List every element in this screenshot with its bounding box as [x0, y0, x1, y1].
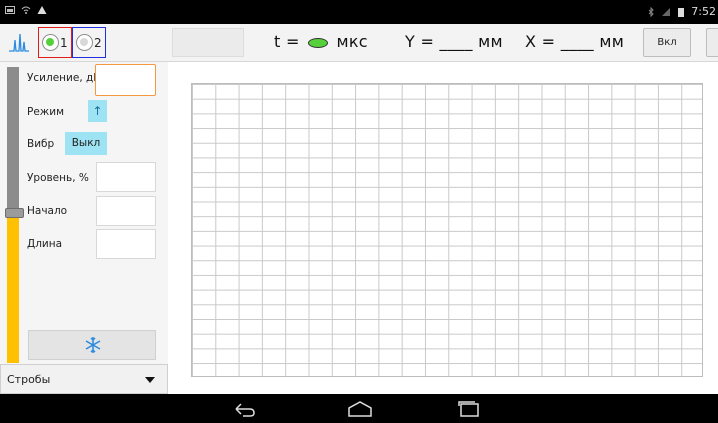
level-slider-fill	[7, 214, 19, 363]
gates-dropdown[interactable]: Стробы	[0, 364, 168, 394]
channel-1-label: 1	[60, 35, 68, 50]
power-on-button[interactable]: Вкл	[643, 28, 691, 57]
time-unit: мкс	[336, 32, 368, 51]
radio-unchecked-icon	[76, 34, 93, 51]
freeze-button[interactable]	[28, 330, 156, 360]
mode-button[interactable]: ↑	[88, 100, 107, 122]
level-label: Уровень, %	[27, 172, 89, 184]
status-indicator-icon	[308, 37, 329, 48]
x-unit: мм	[599, 32, 625, 51]
level-slider-handle[interactable]	[5, 208, 24, 218]
channel-2-radio[interactable]: 2	[72, 27, 106, 58]
back-icon[interactable]	[232, 400, 258, 418]
measurement-grid[interactable]	[191, 83, 703, 377]
chevron-down-icon	[145, 377, 155, 383]
level-input[interactable]	[96, 162, 156, 192]
x-label: X = ____	[525, 32, 594, 51]
app-screen: 7:52 1 2 t = мкс Y = ____ мм X = ____ мм	[0, 0, 718, 423]
image-icon	[5, 6, 15, 14]
gain-input[interactable]	[95, 64, 156, 96]
y-label: Y = ____	[405, 32, 473, 51]
home-icon[interactable]	[346, 400, 374, 418]
signal-icon	[662, 7, 671, 16]
mode-label: Режим	[27, 106, 64, 118]
recent-apps-icon[interactable]	[455, 400, 483, 418]
overflow-button[interactable]	[706, 28, 718, 57]
toolbar: 1 2 t = мкс Y = ____ мм X = ____ мм Вкл	[0, 24, 718, 62]
navigation-bar	[0, 394, 718, 423]
toolbar-blank-field	[172, 28, 244, 57]
status-bar: 7:52	[0, 0, 718, 24]
y-readout: Y = ____ мм	[405, 32, 503, 51]
radio-checked-icon	[42, 34, 59, 51]
wifi-icon	[21, 6, 31, 14]
length-label: Длина	[27, 238, 63, 250]
battery-icon	[678, 7, 685, 17]
channel-1-radio[interactable]: 1	[38, 27, 72, 58]
time-label: t =	[274, 32, 300, 51]
snowflake-icon	[85, 337, 101, 353]
length-input[interactable]	[96, 229, 156, 259]
scan-display	[170, 62, 718, 394]
spectrum-icon[interactable]	[8, 32, 30, 52]
vibr-label: Вибр	[27, 138, 55, 150]
vibr-toggle-button[interactable]: Выкл	[65, 132, 107, 155]
bluetooth-icon	[648, 6, 655, 17]
control-panel: Усиление, дБ Режим ↑ Вибр Выкл Уровень, …	[0, 62, 168, 394]
gates-dropdown-value: Стробы	[7, 373, 51, 386]
y-unit: мм	[478, 32, 503, 51]
warning-icon	[37, 6, 47, 14]
clock: 7:52	[691, 5, 716, 18]
gain-label: Усиление, дБ	[27, 72, 101, 84]
channel-2-label: 2	[94, 35, 102, 50]
x-readout: X = ____ мм	[525, 32, 624, 51]
start-label: Начало	[27, 205, 68, 217]
start-input[interactable]	[96, 196, 156, 226]
time-readout: t = мкс	[274, 32, 368, 51]
